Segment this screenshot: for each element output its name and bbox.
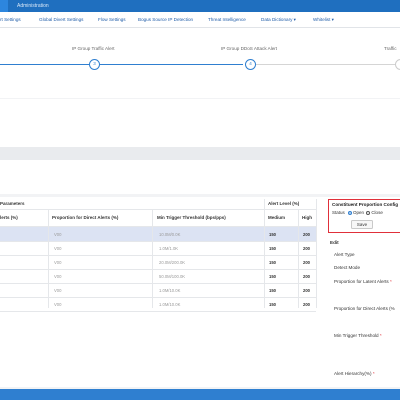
cell-threshold: 50.0M/100.0K [159, 273, 186, 279]
nav-item-bogus-source[interactable]: Bogus Source IP Detection [138, 17, 193, 22]
nav-item-global-divert[interactable]: Global Divert Settings [39, 17, 83, 22]
nav-item-threat-intelligence[interactable]: Threat Intelligence [208, 17, 246, 22]
latent-proportion-text: Proportion for Latent Alerts [334, 279, 389, 284]
administration-menu[interactable]: Administration [17, 3, 49, 9]
filter-area [0, 99, 400, 147]
footer-bar [0, 389, 400, 400]
cell-threshold: 10.0M/0.0K [159, 231, 181, 237]
nav-item-data-dictionary[interactable]: Data Dictionary ▾ [261, 17, 296, 23]
wizard-stepper [0, 28, 400, 98]
nav-item-flow-settings[interactable]: Flow Settings [98, 17, 126, 22]
min-trigger-text: Min Trigger Threshold [334, 333, 379, 338]
nav-item-alert-settings[interactable]: rt Settings [0, 17, 21, 22]
detect-mode-label: Detect Mode [334, 265, 361, 270]
home-tab[interactable] [0, 0, 8, 12]
alert-level-header: Alert Level (%) [268, 201, 300, 206]
cell-threshold: 20.0M/200.0K [159, 259, 186, 265]
alert-type-label: Alert Type [334, 252, 355, 257]
cell-direct: V00 [54, 301, 62, 307]
progress-line-pending [256, 64, 396, 66]
table-row-divider [0, 297, 316, 298]
col-divider [48, 209, 49, 308]
step-label-ddos-alert: IP Group DDoS Attack Alert [221, 46, 278, 51]
cell-threshold: 1.0M/10.0K [159, 287, 181, 293]
required-mark: * [379, 333, 382, 338]
edit-title: Edit [330, 240, 339, 245]
top-bar: Administration [0, 0, 400, 12]
save-button[interactable]: Save [351, 220, 373, 229]
step-5-circle[interactable] [395, 59, 400, 70]
open-label[interactable]: Open [353, 210, 364, 215]
cell-direct: V00 [54, 259, 62, 265]
status-row: Status Open Close [332, 210, 383, 215]
direct-proportion-label: Proportion for Direct Alerts (% [334, 306, 395, 311]
constituent-proportion-config: Constituent Proportion Config Status Ope… [328, 199, 400, 233]
step-3-circle[interactable]: 3 [89, 59, 100, 70]
step-4-circle[interactable]: 4 [245, 59, 256, 70]
progress-line-done [0, 64, 243, 66]
cell-medium: 150 [269, 259, 276, 265]
alert-hierarchy-text: Alert Hierarchy(%) [334, 371, 372, 376]
col-divider [152, 209, 153, 308]
cell-medium: 150 [269, 301, 276, 307]
required-mark: * [389, 279, 392, 284]
divider-band [0, 147, 400, 160]
cell-high: 200 [303, 273, 310, 279]
alert-hierarchy-label: Alert Hierarchy(%) * [334, 371, 375, 376]
cell-medium: 150 [269, 273, 276, 279]
table-row-divider [0, 283, 316, 284]
cell-high: 200 [303, 287, 310, 293]
table-row-divider [0, 255, 316, 256]
settings-nav: rt Settings Global Divert Settings Flow … [0, 12, 400, 28]
min-trigger-label: Min Trigger Threshold * [334, 333, 382, 338]
step-label-traffic: Traffic [384, 46, 397, 51]
cell-medium: 150 [269, 245, 276, 251]
col-header-direct: Proportion for Direct Alerts (%) [52, 215, 119, 220]
cell-direct: V00 [54, 273, 62, 279]
col-header-medium: Medium [268, 215, 286, 220]
config-title: Constituent Proportion Config [332, 202, 399, 207]
cell-direct: V00 [54, 287, 62, 293]
close-radio[interactable] [366, 210, 371, 215]
table-row-divider [0, 269, 316, 270]
cell-high: 200 [303, 259, 310, 265]
col-header-latent: lerts (%) [0, 215, 18, 220]
col-divider [316, 199, 317, 308]
status-label: Status [332, 210, 345, 215]
table-row-divider [0, 241, 316, 242]
cell-direct: V00 [54, 245, 62, 251]
col-header-threshold: Min Trigger Threshold (bps/pps) [157, 215, 226, 220]
cell-medium: 150 [269, 287, 276, 293]
parameters-group-header: Parameters [0, 201, 25, 206]
col-divider [298, 209, 299, 308]
table-row-divider [0, 311, 316, 312]
cell-high: 200 [303, 245, 310, 251]
cell-high: 200 [303, 231, 310, 237]
col-divider [264, 199, 265, 308]
toolbar-area [0, 160, 400, 194]
latent-proportion-label: Proportion for Latent Alerts * [334, 279, 392, 284]
cell-high: 200 [303, 301, 310, 307]
cell-threshold: 1.0M/10.0K [159, 301, 181, 307]
open-radio[interactable] [348, 210, 353, 215]
col-header-high: High [302, 215, 312, 220]
close-label[interactable]: Close [371, 210, 383, 215]
cell-threshold: 1.0M/1.0K [159, 245, 179, 251]
cell-direct: V00 [54, 231, 62, 237]
required-mark: * [372, 371, 375, 376]
step-label-traffic-alert: IP Group Traffic Alert [72, 46, 115, 51]
nav-item-whitelist[interactable]: Whitelist ▾ [313, 17, 334, 23]
cell-medium: 150 [269, 231, 276, 237]
